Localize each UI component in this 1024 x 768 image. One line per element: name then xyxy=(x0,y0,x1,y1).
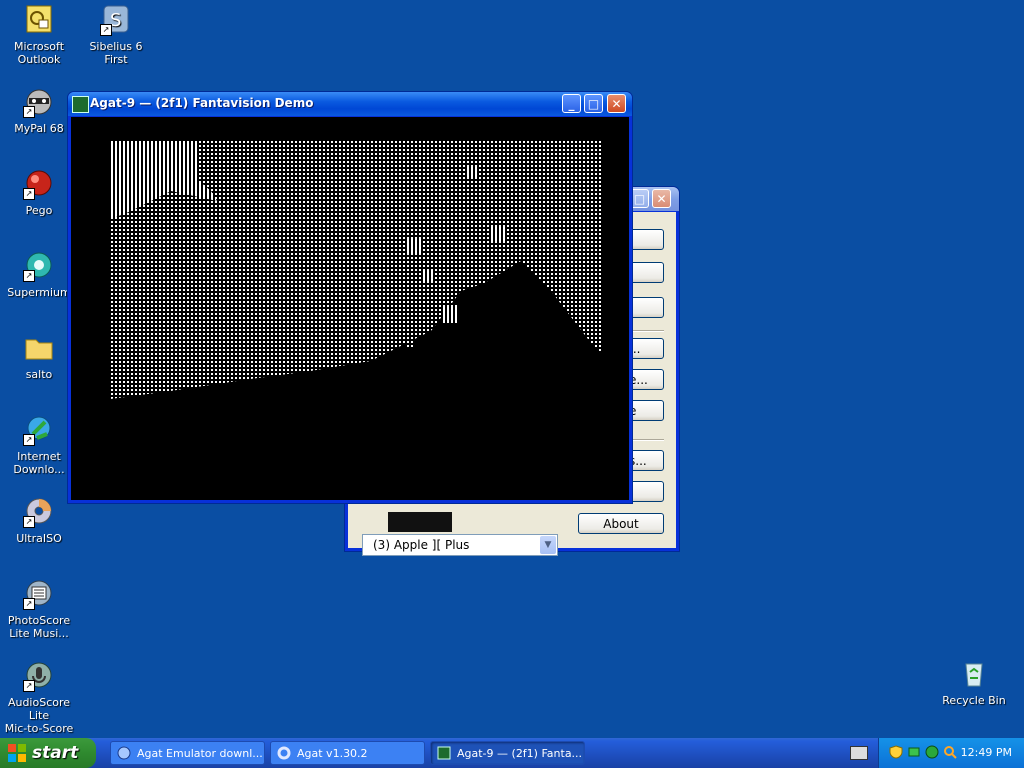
desktop-icon-label: AudioScore Lite Mic-to-Score xyxy=(4,696,74,735)
machine-model-select[interactable]: (3) Apple ][ Plus ▼ xyxy=(362,534,558,556)
download-manager-icon: ↗ xyxy=(23,414,55,446)
gear-icon xyxy=(277,746,291,760)
red-ball-icon: ↗ xyxy=(23,168,55,200)
shortcut-arrow-icon: ↗ xyxy=(23,270,35,282)
folder-icon xyxy=(23,332,55,364)
sibelius-icon: S ↗ xyxy=(100,4,132,36)
sprite xyxy=(441,305,457,323)
disc-icon: ↗ xyxy=(23,496,55,528)
sprite xyxy=(421,269,435,283)
sprite xyxy=(407,237,423,253)
photoscore-icon: ↗ xyxy=(23,578,55,610)
shortcut-arrow-icon: ↗ xyxy=(23,680,35,692)
chevron-down-icon[interactable]: ▼ xyxy=(540,536,556,554)
emulator-screen-area[interactable] xyxy=(71,117,629,500)
shortcut-arrow-icon: ↗ xyxy=(23,106,35,118)
taskbar-item-emulator[interactable]: Agat-9 — (2f1) Fanta... xyxy=(430,741,585,765)
network-icon[interactable] xyxy=(907,745,921,759)
audioscore-icon: ↗ xyxy=(23,660,55,692)
sprite xyxy=(405,341,413,349)
about-button[interactable]: About xyxy=(578,513,664,534)
shortcut-arrow-icon: ↗ xyxy=(23,598,35,610)
emulator-app-icon xyxy=(72,96,89,113)
shortcut-arrow-icon: ↗ xyxy=(23,434,35,446)
system-tray: 12:49 PM xyxy=(878,738,1024,768)
minimize-button[interactable]: _ xyxy=(562,94,581,113)
globe-icon[interactable] xyxy=(925,745,939,759)
taskbar-item-agat-config[interactable]: Agat v1.30.2 xyxy=(270,741,425,765)
desktop-icon-label: Sibelius 6 First xyxy=(89,40,143,66)
windows-flag-icon xyxy=(8,744,26,762)
shortcut-arrow-icon: ↗ xyxy=(23,188,35,200)
emulator-icon xyxy=(437,746,451,760)
emulated-display[interactable] xyxy=(111,141,603,403)
desktop-icon-label: Recycle Bin xyxy=(942,694,1006,707)
desktop-icon-label: PhotoScore Lite Musi... xyxy=(7,614,71,640)
taskbar-item-label: Agat Emulator downl... xyxy=(137,747,263,760)
start-label: start xyxy=(32,743,79,763)
raccoon-browser-icon: ↗ xyxy=(23,86,55,118)
desktop-icon-label: UltraISO xyxy=(16,532,62,545)
maximize-button[interactable]: □ xyxy=(584,94,603,113)
close-button[interactable]: ✕ xyxy=(652,189,671,208)
keyboard-icon[interactable] xyxy=(850,746,868,760)
supermium-browser-icon: ↗ xyxy=(23,250,55,282)
desktop-icon-outlook[interactable]: Microsoft Outlook xyxy=(0,4,78,66)
taskbar: start Agat Emulator downl... Agat v1.30.… xyxy=(0,738,1024,768)
taskbar-item-agat-download[interactable]: Agat Emulator downl... xyxy=(110,741,265,765)
taskbar-item-label: Agat v1.30.2 xyxy=(297,747,368,760)
browser-icon xyxy=(117,746,131,760)
start-button[interactable]: start xyxy=(0,738,96,768)
recycle-bin-icon xyxy=(958,658,990,690)
shield-icon[interactable] xyxy=(889,745,903,759)
emulator-titlebar[interactable]: Agat-9 — (2f1) Fantavision Demo _ □ ✕ xyxy=(68,92,632,116)
window-title: Agat-9 — (2f1) Fantavision Demo xyxy=(90,96,314,110)
sprite xyxy=(467,165,479,177)
taskbar-item-label: Agat-9 — (2f1) Fanta... xyxy=(457,747,583,760)
desktop-icon-sibelius[interactable]: S ↗ Sibelius 6 First xyxy=(77,4,155,66)
desktop-icon-photoscore[interactable]: ↗ PhotoScore Lite Musi... xyxy=(0,578,78,640)
search-icon[interactable] xyxy=(943,745,957,759)
shortcut-arrow-icon: ↗ xyxy=(100,24,112,36)
outlook-icon xyxy=(23,4,55,36)
emulator-window[interactable]: Agat-9 — (2f1) Fantavision Demo _ □ ✕ xyxy=(67,91,633,504)
desktop-icon-audioscore[interactable]: ↗ AudioScore Lite Mic-to-Score xyxy=(0,660,78,735)
machine-model-value: (3) Apple ][ Plus xyxy=(373,538,470,552)
desktop-icon-label: Microsoft Outlook xyxy=(13,40,65,66)
shortcut-arrow-icon: ↗ xyxy=(23,516,35,528)
sprite xyxy=(491,227,507,243)
desktop-icon-recycle-bin[interactable]: Recycle Bin xyxy=(935,658,1013,707)
clock[interactable]: 12:49 PM xyxy=(961,738,1012,768)
machine-thumbnail xyxy=(388,512,452,532)
close-button[interactable]: ✕ xyxy=(607,94,626,113)
